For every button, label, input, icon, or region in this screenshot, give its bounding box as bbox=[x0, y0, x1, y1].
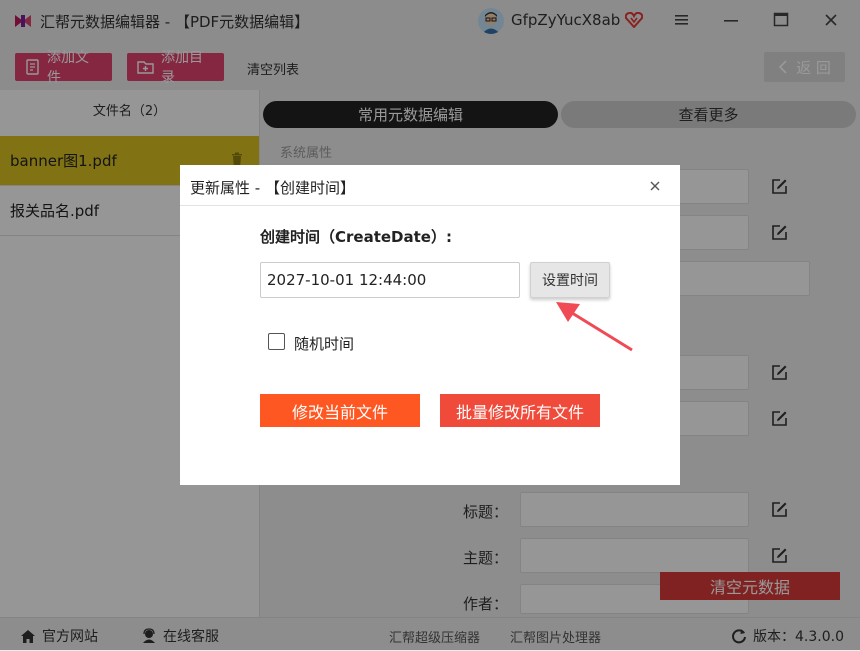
random-time-checkbox[interactable] bbox=[268, 333, 285, 350]
set-time-button[interactable]: 设置时间 bbox=[530, 262, 610, 298]
dialog-divider bbox=[180, 205, 680, 206]
create-date-input[interactable] bbox=[260, 262, 520, 298]
dialog-title: 更新属性 - 【创建时间】 bbox=[190, 179, 355, 197]
close-icon[interactable] bbox=[648, 179, 662, 193]
modify-current-file-button[interactable]: 修改当前文件 bbox=[260, 394, 420, 427]
random-time-label[interactable]: 随机时间 bbox=[294, 333, 354, 354]
batch-modify-all-button[interactable]: 批量修改所有文件 bbox=[440, 394, 600, 427]
create-date-label: 创建时间（CreateDate）: bbox=[260, 228, 452, 246]
annotation-arrow bbox=[550, 296, 640, 356]
